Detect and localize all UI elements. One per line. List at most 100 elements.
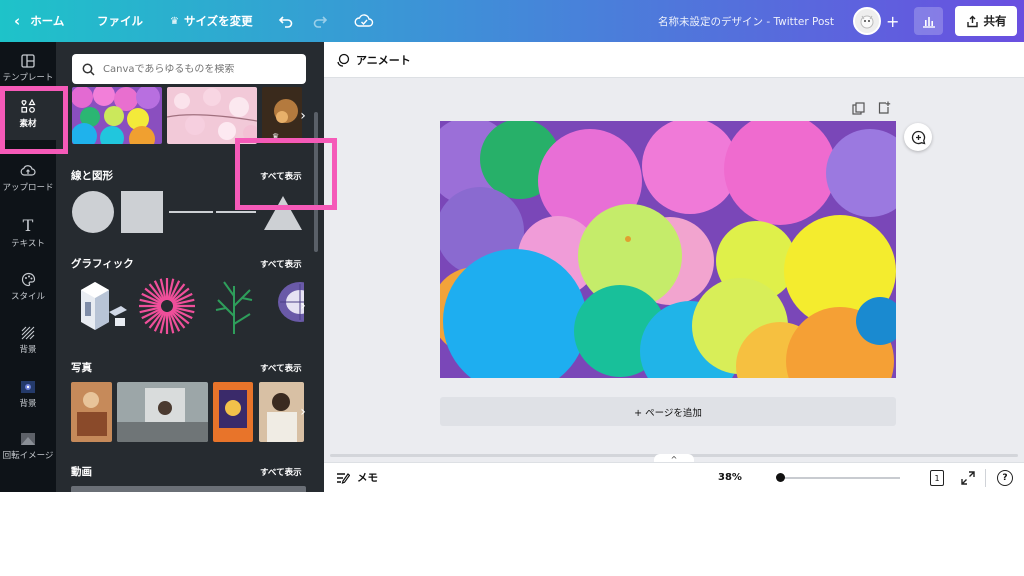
photo-thumb-blossom[interactable] [167, 87, 257, 144]
page-count-button[interactable]: 1 [930, 470, 944, 486]
photo-3-image [213, 382, 253, 442]
design-canvas[interactable] [440, 121, 896, 378]
chevron-right-icon: › [300, 404, 306, 420]
duplicate-page-button[interactable] [852, 100, 865, 119]
avatar[interactable] [853, 7, 881, 35]
notes-icon [337, 472, 350, 484]
editor-area: アニメート + ページを追加 ^ メモ 38% 1 ? [324, 42, 1024, 492]
background-image-icon [21, 381, 35, 393]
bottom-bar: メモ 38% 1 ? [324, 462, 1024, 492]
rail-label-templates: テンプレート [2, 73, 54, 83]
shape-triangle[interactable] [262, 190, 304, 234]
rail-item-uploads[interactable]: アップロード [0, 164, 56, 193]
plus-icon: + [886, 11, 900, 31]
balloons-photo-image [440, 121, 896, 378]
graphic-green-branch[interactable] [210, 276, 258, 336]
see-all-photos[interactable]: すべて表示 [260, 362, 302, 374]
chevron-right-icon: › [300, 108, 306, 124]
rail-item-text[interactable]: T テキスト [0, 216, 56, 250]
rail-item-rotate-image[interactable]: 回転イメージ [0, 432, 56, 461]
blossom-thumb-image [167, 87, 257, 144]
divider [985, 469, 986, 487]
help-button[interactable]: ? [997, 470, 1013, 486]
photo-thumb-1[interactable] [71, 382, 112, 442]
share-button[interactable]: 共有 [955, 6, 1017, 36]
resize-label: サイズを変更 [183, 14, 253, 28]
photo-1-image [71, 382, 112, 442]
undo-button[interactable] [278, 0, 294, 42]
see-all-shapes[interactable]: すべて表示 [260, 170, 302, 182]
fullscreen-button[interactable] [961, 471, 975, 488]
search-input[interactable] [103, 63, 293, 75]
rail-label-text: テキスト [11, 239, 45, 249]
see-all-graphics[interactable]: すべて表示 [260, 258, 302, 270]
section-title-graphics: グラフィック [71, 258, 134, 270]
document-title-text: 名称未設定のデザイン - Twitter Post [658, 15, 834, 28]
add-page-icon-button[interactable] [878, 99, 891, 118]
photo-thumb-2[interactable] [117, 382, 208, 442]
add-page-button[interactable]: + ページを追加 [440, 397, 896, 426]
bar-chart-icon [922, 17, 935, 28]
resize-button[interactable]: ♛ サイズを変更 [170, 0, 253, 42]
rail-item-styles[interactable]: スタイル [0, 272, 56, 302]
shape-square[interactable] [120, 190, 164, 234]
insights-button[interactable] [914, 7, 943, 35]
rail-label-background-image: 背景 [19, 399, 37, 409]
file-label: ファイル [97, 14, 143, 28]
green-branch-image [215, 281, 253, 334]
save-status[interactable] [354, 0, 374, 42]
section-title-shapes: 線と図形 [71, 170, 113, 182]
rail-item-templates[interactable]: テンプレート [0, 54, 56, 83]
zoom-slider[interactable] [776, 473, 900, 482]
elements-panel: ♛ › 線と図形 すべて表示 グラフィック すべて表示 [56, 42, 324, 492]
cloud-check-icon [354, 14, 374, 27]
help-label: ? [1002, 473, 1008, 483]
crown-icon: ♛ [170, 15, 179, 27]
see-all-videos[interactable]: すべて表示 [260, 466, 302, 478]
shape-circle[interactable] [71, 190, 115, 234]
search-icon [82, 63, 95, 76]
search-box[interactable] [72, 54, 306, 84]
redo-button[interactable] [312, 0, 328, 42]
isometric-building-image [81, 282, 127, 330]
redo-icon [313, 16, 328, 28]
triangle-shape-image [264, 196, 302, 230]
section-title-videos: 動画 [71, 466, 92, 478]
circle-shape-image [72, 191, 114, 233]
chevron-left-icon: ‹ [14, 12, 21, 30]
photo-thumb-balloons[interactable] [72, 87, 162, 144]
file-menu-button[interactable]: ファイル [97, 0, 143, 42]
scroll-right-photos[interactable]: › [296, 398, 310, 426]
section-title-photos: 写真 [71, 362, 92, 374]
notes-button[interactable]: メモ [336, 470, 378, 485]
avatar-image [855, 9, 879, 33]
graphic-isometric-building[interactable] [71, 276, 129, 336]
document-title[interactable]: 名称未設定のデザイン - Twitter Post [658, 0, 834, 42]
scroll-right-photos-top[interactable]: › [296, 102, 310, 130]
palette-icon [21, 272, 35, 287]
line-shape-2-image [216, 211, 256, 213]
zoom-slider-handle[interactable] [776, 473, 785, 482]
expand-icon [961, 471, 975, 485]
add-comment-button[interactable] [904, 123, 932, 151]
home-button[interactable]: ‹ ホーム [14, 0, 64, 42]
scroll-right-graphics[interactable]: › [296, 292, 310, 320]
rail-item-background-image[interactable]: 背景 [0, 380, 56, 409]
photo-thumb-3[interactable] [213, 382, 253, 442]
chevron-right-icon: › [300, 298, 306, 314]
rail-item-background[interactable]: 背景 [0, 326, 56, 355]
shape-line-2[interactable] [216, 190, 256, 234]
canva-editor: ‹ ホーム ファイル ♛ サイズを変更 名称未設定のデザイン - Twitter… [0, 0, 1024, 492]
animate-icon [337, 53, 350, 67]
graphic-pink-burst[interactable] [136, 276, 198, 336]
shape-line[interactable] [169, 190, 213, 234]
panel-scrollbar[interactable] [314, 112, 318, 252]
text-icon: T [22, 216, 34, 235]
zoom-value[interactable]: 38% [718, 472, 742, 483]
animate-button[interactable]: アニメート [336, 52, 411, 68]
add-collaborator-button[interactable]: + [886, 0, 899, 42]
share-label: 共有 [983, 14, 1007, 28]
rail-item-elements[interactable]: 素材 [0, 88, 56, 140]
top-bar: ‹ ホーム ファイル ♛ サイズを変更 名称未設定のデザイン - Twitter… [0, 0, 1024, 42]
video-thumb-strip[interactable] [71, 486, 306, 492]
